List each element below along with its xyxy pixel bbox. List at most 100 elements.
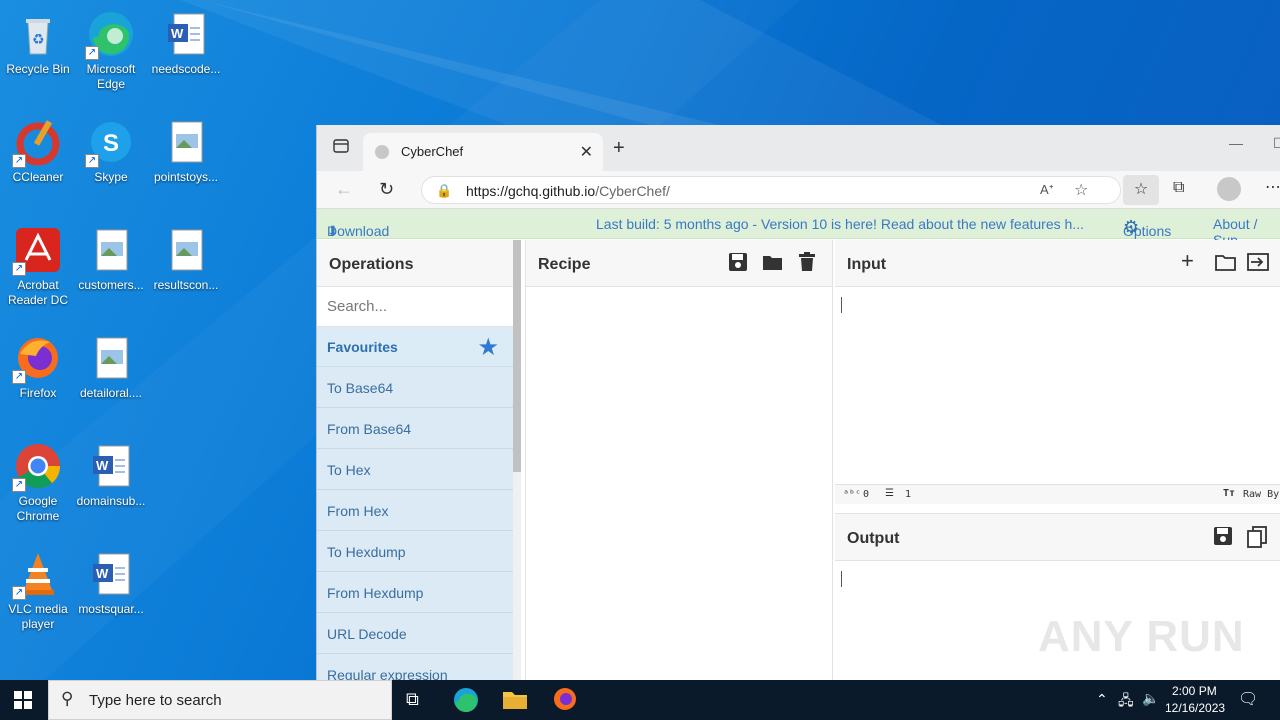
more-options-icon[interactable]: ⋯ (1265, 177, 1280, 197)
windows-start-icon[interactable] (14, 691, 32, 714)
text-format-icon[interactable]: Tт (1223, 488, 1235, 499)
desktop-icon-recycle-bin[interactable]: ♻ Recycle Bin (0, 6, 76, 77)
desktop-icon-resultscon[interactable]: resultscon... (148, 222, 224, 293)
operation-item[interactable]: Regular expression (317, 654, 513, 680)
desktop-icon-firefox[interactable]: ↗ Firefox (0, 330, 76, 401)
shortcut-arrow-icon: ↗ (12, 154, 26, 168)
tab-cyberchef[interactable]: CyberChef ✕ (363, 133, 603, 171)
volume-icon[interactable]: 🔈 (1142, 690, 1159, 707)
input-panel[interactable]: Input + (835, 240, 1280, 510)
desktop-icon-vlc[interactable]: ↗ VLC media player (0, 546, 76, 632)
recipe-header: Recipe (526, 240, 832, 287)
line-count-icon: ☰ (885, 488, 894, 499)
operation-item[interactable]: From Hex (317, 490, 513, 531)
desktop-icon-needscode[interactable]: W needscode... (148, 6, 224, 77)
output-caret (841, 571, 842, 587)
refresh-icon[interactable]: ↻ (379, 179, 394, 200)
minimize-icon[interactable]: — (1229, 135, 1243, 151)
operation-item[interactable]: To Hexdump (317, 531, 513, 572)
input-title: Input (847, 256, 887, 273)
desktop-icon-acrobat[interactable]: ↗ Acrobat Reader DC (0, 222, 76, 308)
operation-item[interactable]: From Base64 (317, 408, 513, 449)
desktop-icon-mostsquar[interactable]: W mostsquar... (73, 546, 149, 617)
output-title: Output (847, 530, 900, 547)
maximize-icon[interactable]: ☐ (1273, 135, 1280, 152)
input-header: Input + (835, 240, 1280, 287)
desktop-icon-ccleaner[interactable]: ↗ CCleaner (0, 114, 76, 185)
svg-text:W: W (96, 458, 109, 473)
input-status-bar: ᵃᵇᶜ 0 ☰ 1 Tт Raw By (835, 484, 1280, 504)
svg-text:W: W (171, 26, 184, 41)
taskbar-search-input[interactable]: ⚲ Type here to search (48, 680, 392, 720)
read-aloud-icon[interactable]: Aᐩ (1040, 182, 1054, 198)
taskbar-file-explorer-icon[interactable] (502, 687, 528, 716)
open-file-icon[interactable] (1215, 252, 1237, 274)
desktop-icon-skype[interactable]: S ↗ Skype (73, 114, 149, 185)
back-icon[interactable]: ← (335, 179, 353, 200)
copy-output-icon[interactable] (1247, 526, 1269, 548)
new-tab-icon[interactable]: + (613, 137, 625, 160)
taskbar-edge-icon[interactable] (452, 686, 480, 719)
clock-time[interactable]: 2:00 PM (1172, 684, 1217, 698)
tab-title: CyberChef (401, 144, 464, 159)
add-input-icon[interactable]: + (1181, 248, 1203, 273)
operation-item[interactable]: To Base64 (317, 367, 513, 408)
profile-avatar[interactable] (1217, 177, 1241, 201)
desktop-icon-domainsub[interactable]: W domainsub... (73, 438, 149, 509)
image-file-icon (87, 334, 135, 382)
word-document-icon: W (87, 550, 135, 598)
open-folder-icon[interactable] (1247, 252, 1269, 274)
network-icon[interactable]: 🖧 (1118, 690, 1134, 714)
add-favorite-icon[interactable]: ☆ (1074, 180, 1088, 200)
firefox-icon: ↗ (12, 334, 62, 384)
desktop-icon-chrome[interactable]: ↗ Google Chrome (0, 438, 76, 524)
lock-icon: 🔒 (436, 183, 453, 198)
notification-center-icon[interactable]: 🗨 (1238, 689, 1258, 709)
favourites-category[interactable]: Favourites ★ (317, 327, 513, 367)
collections-icon[interactable]: ⧉ (1173, 179, 1184, 197)
operation-item[interactable]: URL Decode (317, 613, 513, 654)
taskbar-search-placeholder: Type here to search (89, 692, 222, 709)
anyrun-watermark: ANY RUN (1038, 612, 1245, 661)
line-count: 1 (905, 489, 912, 500)
gear-icon: ⚙ (1123, 217, 1140, 237)
star-icon[interactable]: ★ (477, 333, 499, 362)
url-input[interactable]: 🔒 https://gchq.github.io/CyberChef/ Aᐩ ☆ (421, 176, 1121, 204)
operations-search-input[interactable]: Search... (317, 287, 513, 327)
recipe-panel: Recipe (525, 240, 833, 680)
operations-scrollbar-thumb[interactable] (513, 240, 521, 472)
operation-item[interactable]: From Hexdump (317, 572, 513, 613)
desktop-icon-detailoral[interactable]: detailoral.... (73, 330, 149, 401)
close-tab-icon[interactable]: ✕ (580, 142, 593, 162)
address-bar: ← ↻ 🔒 https://gchq.github.io/CyberChef/ … (317, 171, 1280, 209)
image-file-icon (162, 118, 210, 166)
chrome-icon: ↗ (12, 442, 62, 492)
image-file-icon (87, 226, 135, 274)
desktop-icon-pointstoys[interactable]: pointstoys... (148, 114, 224, 185)
operation-item[interactable]: To Hex (317, 449, 513, 490)
recipe-title: Recipe (538, 256, 591, 273)
taskbar-firefox-icon[interactable] (552, 686, 578, 717)
favorites-icon[interactable]: ☆ (1123, 175, 1159, 205)
show-hidden-icons-icon[interactable]: ⌃ (1096, 691, 1108, 708)
clear-recipe-icon[interactable] (798, 252, 820, 274)
desktop-icon-edge[interactable]: ↗ Microsoft Edge (73, 6, 149, 92)
input-format[interactable]: Raw By (1243, 489, 1279, 500)
load-recipe-icon[interactable] (762, 252, 784, 274)
shortcut-arrow-icon: ↗ (85, 154, 99, 168)
word-document-icon: W (162, 10, 210, 58)
save-output-icon[interactable] (1213, 526, 1235, 548)
svg-text:♻: ♻ (32, 31, 45, 47)
options-link[interactable]: Options ⚙ (1123, 216, 1171, 239)
desktop-icon-customers[interactable]: customers... (73, 222, 149, 293)
vlc-icon: ↗ (12, 550, 62, 600)
tab-bar: CyberChef ✕ + — ☐ (317, 125, 1280, 171)
save-recipe-icon[interactable] (728, 252, 750, 274)
task-view-icon[interactable]: ⧉ (406, 689, 419, 710)
tab-actions-icon[interactable] (333, 138, 349, 159)
last-build-notice[interactable]: Last build: 5 months ago - Version 10 is… (596, 216, 1084, 232)
acrobat-icon: ↗ (12, 226, 62, 276)
cyberchef-banner: Download CyberChef ⬇ Last build: 5 month… (317, 209, 1280, 255)
favourites-label: Favourites (327, 339, 398, 355)
clock-date[interactable]: 12/16/2023 (1165, 701, 1225, 715)
